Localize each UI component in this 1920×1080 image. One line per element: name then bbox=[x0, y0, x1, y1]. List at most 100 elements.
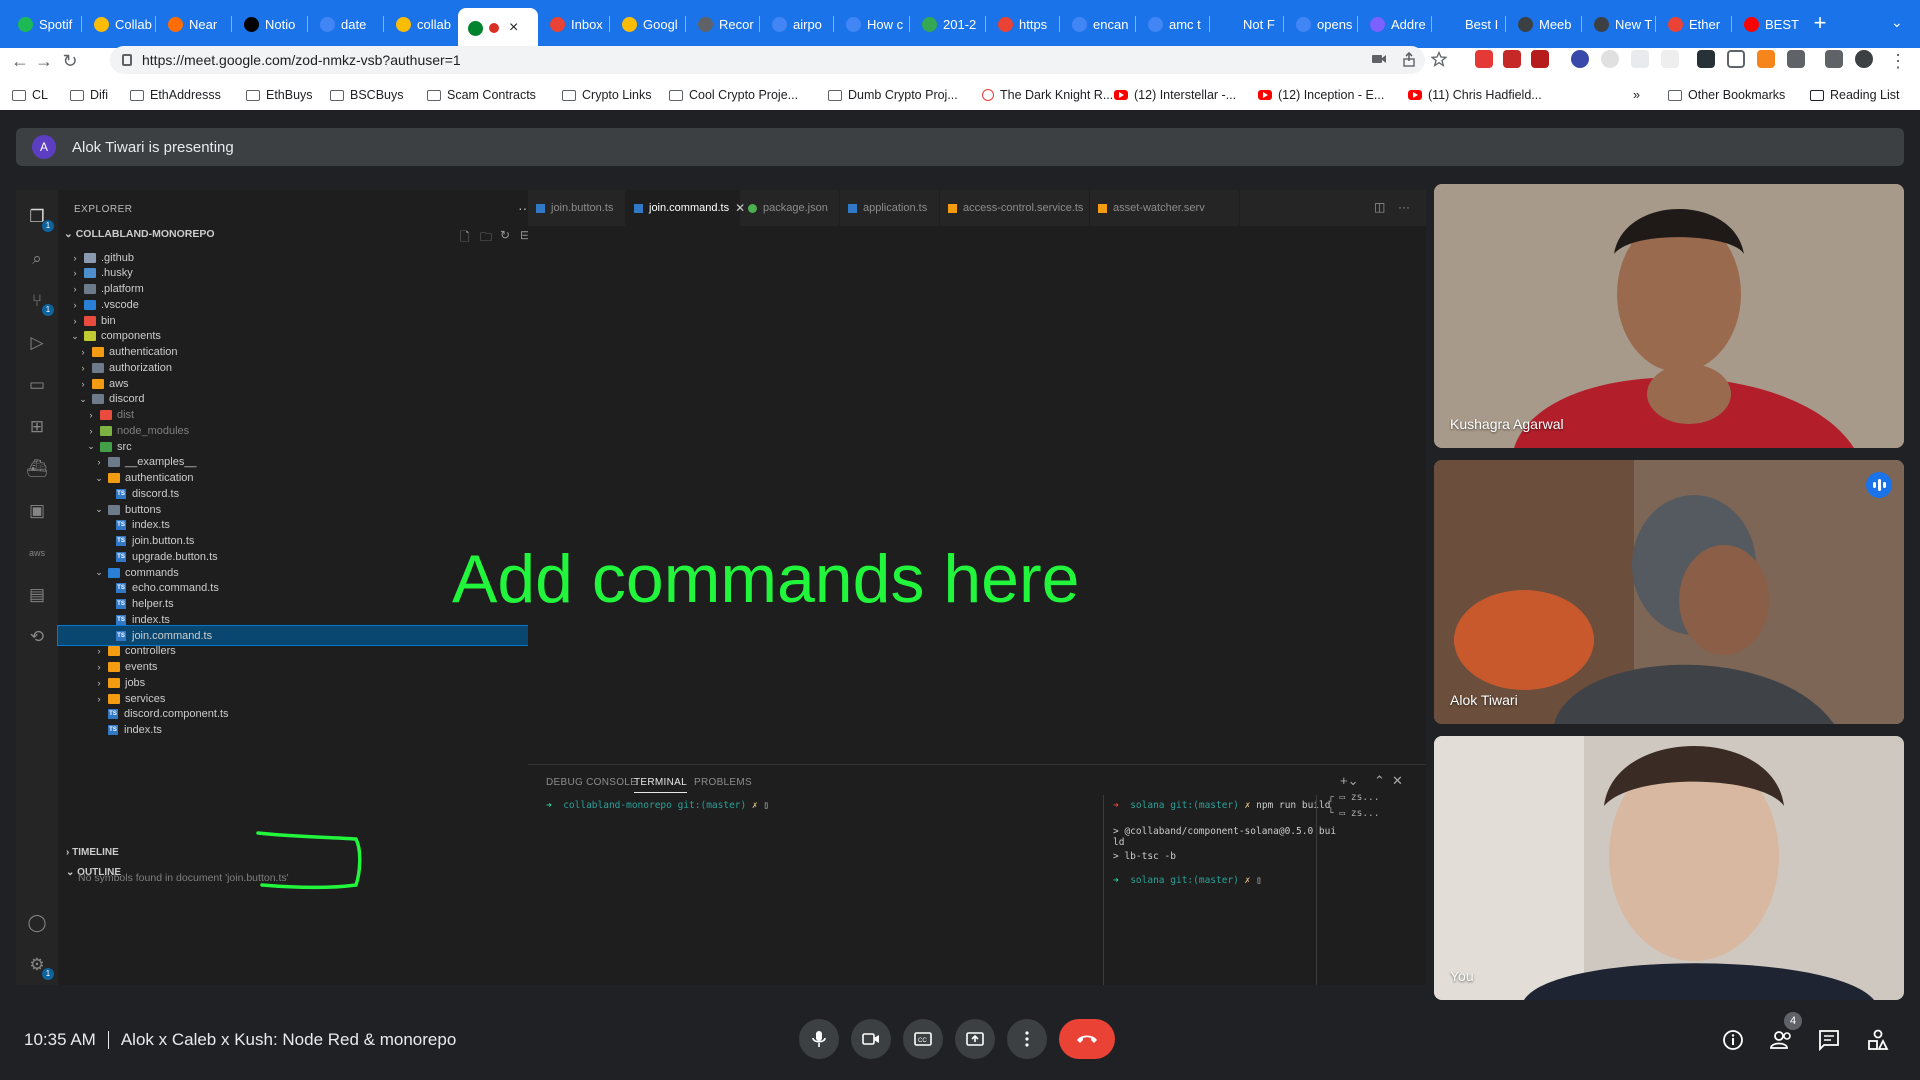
browser-tab[interactable]: Recor bbox=[688, 11, 758, 38]
browser-tab[interactable]: Collab bbox=[84, 11, 154, 38]
editor-tab[interactable]: package.json bbox=[740, 190, 840, 226]
terminal-list-divider[interactable] bbox=[1316, 795, 1317, 985]
shield-extension-icon[interactable] bbox=[1531, 50, 1549, 68]
browser-tab[interactable]: airpo bbox=[762, 11, 832, 38]
panel-tab-debug-console[interactable]: DEBUG CONSOLE bbox=[546, 777, 637, 788]
browser-tab[interactable]: amc t bbox=[1138, 11, 1208, 38]
bookmark-item[interactable]: BSCBuys bbox=[330, 86, 404, 104]
tab-search-button[interactable]: ⌄ bbox=[1891, 14, 1903, 31]
colorful-extension-icon[interactable] bbox=[1571, 50, 1589, 68]
browser-tab[interactable]: 201-2 bbox=[912, 11, 984, 38]
browser-tab[interactable]: date bbox=[310, 11, 382, 38]
address-bar[interactable]: https://meet.google.com/zod-nmkz-vsb?aut… bbox=[110, 46, 1425, 74]
bookmark-item[interactable]: Scam Contracts bbox=[427, 86, 536, 104]
browser-tab[interactable]: Googl bbox=[612, 11, 684, 38]
browser-tab[interactable]: Notio bbox=[234, 11, 306, 38]
terminal-instance-2[interactable]: └ ▭ zs... bbox=[1328, 807, 1380, 820]
puzzle-icon[interactable] bbox=[1787, 50, 1805, 68]
new-tab-button[interactable]: + bbox=[1809, 12, 1831, 35]
star-icon[interactable] bbox=[1431, 51, 1447, 67]
bookmark-item[interactable]: (12) Interstellar -... bbox=[1114, 86, 1236, 104]
bookmark-item[interactable]: Reading List bbox=[1810, 86, 1900, 104]
new-folder-icon[interactable]: 🗀 bbox=[480, 228, 492, 249]
media-icon[interactable] bbox=[1825, 50, 1843, 68]
bookmark-item[interactable]: EthBuys bbox=[246, 86, 313, 104]
forward-icon[interactable]: → bbox=[32, 49, 56, 73]
editor-tab[interactable]: asset-watcher.serv bbox=[1090, 190, 1240, 226]
more-options-button[interactable] bbox=[1007, 1019, 1047, 1059]
light-extension-icon[interactable] bbox=[1631, 50, 1649, 68]
bookmark-item[interactable]: (11) Chris Hadfield... bbox=[1408, 86, 1542, 104]
browser-tab[interactable]: Near bbox=[158, 11, 230, 38]
timeline-section[interactable]: › TIMELINE bbox=[66, 847, 119, 858]
editor-more-icon[interactable]: ··· bbox=[1398, 200, 1410, 214]
bookmark-item[interactable]: Other Bookmarks bbox=[1668, 86, 1785, 104]
participant-tile-kushagra[interactable]: Kushagra Agarwal bbox=[1434, 184, 1904, 448]
close-panel-icon[interactable]: ✕ bbox=[1392, 773, 1403, 789]
share-icon[interactable] bbox=[1401, 51, 1417, 67]
participant-tile-you[interactable]: You bbox=[1434, 736, 1904, 1000]
profile-avatar[interactable] bbox=[1855, 50, 1873, 68]
calendar-extension-icon[interactable] bbox=[1503, 50, 1521, 68]
terminal-icon[interactable]: ▣ bbox=[26, 500, 48, 522]
browser-tab[interactable]: opens bbox=[1286, 11, 1356, 38]
bookmark-item[interactable]: Dumb Crypto Proj... bbox=[828, 86, 958, 104]
participant-tile-alok[interactable]: Alok Tiwari bbox=[1434, 460, 1904, 724]
repo-title[interactable]: ⌄ COLLABLAND-MONOREPO bbox=[64, 228, 215, 240]
url-text[interactable]: https://meet.google.com/zod-nmkz-vsb?aut… bbox=[142, 52, 461, 68]
maximize-panel-icon[interactable]: ⌃ bbox=[1374, 773, 1385, 789]
adblock-extension-icon[interactable] bbox=[1475, 50, 1493, 68]
dark-extension-icon[interactable] bbox=[1697, 50, 1715, 68]
present-now-button[interactable] bbox=[955, 1019, 995, 1059]
tree-file[interactable]: TS index.ts bbox=[58, 721, 528, 740]
search-icon[interactable]: ⌕ bbox=[26, 248, 48, 270]
browser-tab[interactable]: BEST bbox=[1734, 11, 1804, 38]
panel-tab-problems[interactable]: PROBLEMS bbox=[694, 777, 752, 788]
new-file-icon[interactable]: 🗋 bbox=[460, 228, 470, 249]
terminal-split[interactable] bbox=[1103, 795, 1104, 985]
browser-tab[interactable]: Not F bbox=[1212, 11, 1282, 38]
terminal-left[interactable]: ➜ collabland-monorepo git:(master) ✗ ▯ bbox=[546, 799, 769, 812]
editor-tab[interactable]: join.button.ts bbox=[528, 190, 626, 226]
browser-tab[interactable]: Best I bbox=[1434, 11, 1504, 38]
browser-tab[interactable]: https bbox=[988, 11, 1058, 38]
browser-tab[interactable]: New T bbox=[1584, 11, 1654, 38]
browser-tab[interactable]: encan bbox=[1062, 11, 1134, 38]
camera-button[interactable] bbox=[851, 1019, 891, 1059]
browser-tab[interactable]: × bbox=[458, 8, 538, 48]
browser-tab[interactable]: Addre bbox=[1360, 11, 1430, 38]
bookmark-item[interactable]: CL bbox=[12, 86, 48, 104]
run-debug-icon[interactable]: ▷ bbox=[26, 332, 48, 354]
leave-call-button[interactable] bbox=[1059, 1019, 1115, 1059]
metamask-icon[interactable] bbox=[1757, 50, 1775, 68]
doc-extension-icon[interactable] bbox=[1661, 50, 1679, 68]
browser-tab[interactable]: Inbox bbox=[540, 11, 608, 38]
list-extension-icon[interactable] bbox=[1727, 50, 1745, 68]
meeting-details-button[interactable] bbox=[1720, 1027, 1746, 1053]
extensions-icon[interactable]: ⊞ bbox=[26, 416, 48, 438]
bookmark-item[interactable]: The Dark Knight R... bbox=[982, 86, 1113, 104]
editor-tab[interactable]: join.command.ts ✕ bbox=[626, 190, 745, 226]
bookmark-item[interactable]: » bbox=[1633, 86, 1640, 104]
browser-tab[interactable]: collab bbox=[386, 11, 454, 38]
panel-tab-terminal[interactable]: TERMINAL bbox=[634, 777, 687, 793]
browser-tab[interactable]: Spotif bbox=[8, 11, 80, 38]
gray-extension-icon[interactable] bbox=[1601, 50, 1619, 68]
captions-button[interactable]: CC bbox=[903, 1019, 943, 1059]
split-editor-icon[interactable]: ◫ bbox=[1374, 200, 1385, 214]
account-icon[interactable]: ◯ bbox=[26, 912, 48, 934]
editor-tab[interactable]: application.ts bbox=[840, 190, 940, 226]
bookmark-item[interactable]: Cool Crypto Proje... bbox=[669, 86, 798, 104]
bookmark-item[interactable]: (12) Inception - E... bbox=[1258, 86, 1384, 104]
browser-tab[interactable]: Ether bbox=[1658, 11, 1730, 38]
refresh-icon[interactable]: ↻ bbox=[500, 228, 510, 242]
terminal-right[interactable]: ➜ solana git:(master) ✗ npm run build bbox=[1113, 799, 1330, 812]
reload-icon[interactable]: ↻ bbox=[58, 49, 82, 73]
folder-icon[interactable]: ▤ bbox=[26, 584, 48, 606]
people-button[interactable] bbox=[1769, 1027, 1795, 1053]
activities-button[interactable] bbox=[1865, 1027, 1891, 1053]
bookmark-item[interactable]: EthAddresss bbox=[130, 86, 221, 104]
chat-button[interactable] bbox=[1816, 1027, 1842, 1053]
remote-explorer-icon[interactable]: ▭ bbox=[26, 374, 48, 396]
aws-icon[interactable]: aws bbox=[26, 542, 48, 564]
